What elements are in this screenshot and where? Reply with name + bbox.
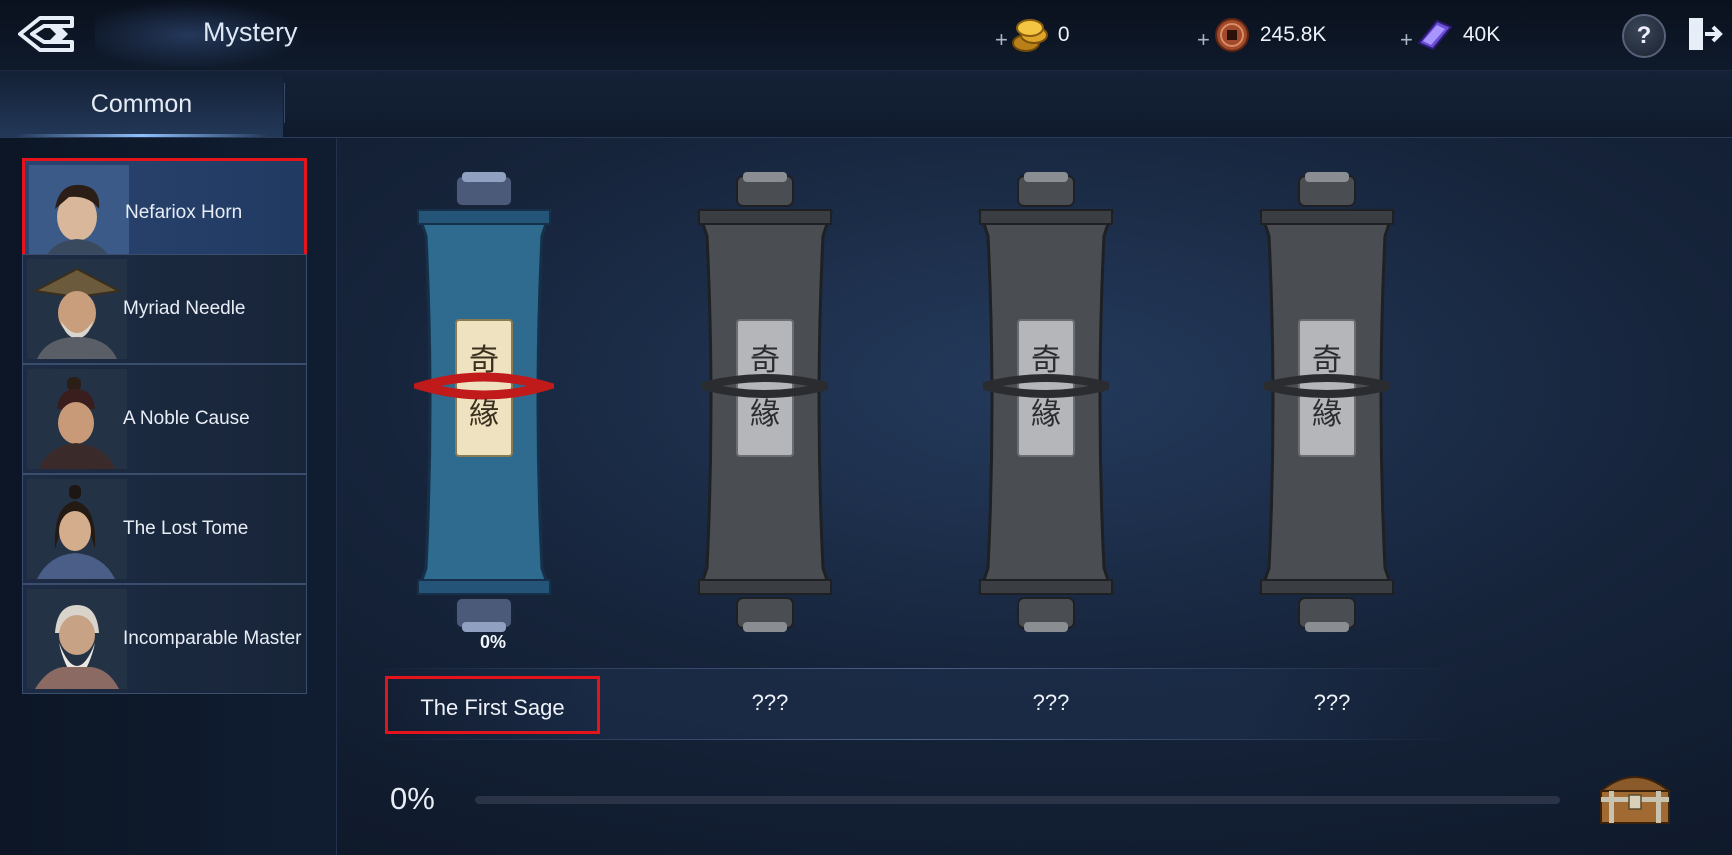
add-ingot-button[interactable]: +	[1400, 27, 1413, 53]
sidebar-item-incomparable-master[interactable]: Incomparable Master	[22, 584, 307, 694]
tab-divider	[284, 83, 285, 123]
top-bar: Mystery + 0 + 245.8K + 40K ?	[0, 0, 1732, 71]
svg-text:奇: 奇	[469, 343, 499, 378]
tab-bar: Common	[0, 71, 1732, 138]
page-title: Mystery	[203, 17, 298, 47]
scroll-name-locked[interactable]: ???	[665, 690, 875, 716]
sidebar-item-label: The Lost Tome	[123, 518, 249, 539]
svg-text:緣: 緣	[1312, 397, 1342, 432]
sidebar-item-label: Incomparable Master	[123, 628, 302, 649]
svg-text:緣: 緣	[1031, 397, 1061, 432]
tab-common[interactable]: Common	[0, 71, 283, 137]
svg-text:奇: 奇	[750, 343, 780, 378]
currency-gold[interactable]: + 0	[995, 18, 1070, 52]
currency-ingot[interactable]: + 40K	[1400, 18, 1500, 52]
help-button[interactable]: ?	[1622, 14, 1666, 58]
scroll-unlocked[interactable]: 奇 緣	[414, 172, 554, 632]
currency-copper[interactable]: + 245.8K	[1197, 18, 1326, 52]
sidebar-item-a-noble-cause[interactable]: A Noble Cause	[22, 364, 307, 474]
treasure-chest-icon[interactable]	[1595, 767, 1675, 827]
sidebar-item-label: A Noble Cause	[123, 408, 250, 429]
sidebar-item-the-lost-tome[interactable]: The Lost Tome	[22, 474, 307, 584]
scroll-name-locked[interactable]: ???	[946, 690, 1156, 716]
exit-icon[interactable]	[1685, 14, 1723, 54]
sidebar-item-label: Nefariox Horn	[125, 202, 243, 223]
scroll-locked[interactable]: 奇 緣	[976, 172, 1116, 632]
svg-text:奇: 奇	[1031, 343, 1061, 378]
sidebar-item-myriad-needle[interactable]: Myriad Needle	[22, 254, 307, 364]
portrait-hat-elder-icon	[27, 259, 127, 359]
copper-amount: 245.8K	[1259, 23, 1327, 46]
scroll-locked[interactable]: 奇 緣	[695, 172, 835, 632]
svg-text:奇: 奇	[1312, 343, 1342, 378]
copper-coin-icon	[1214, 18, 1249, 52]
svg-text:緣: 緣	[469, 397, 499, 432]
scroll-locked[interactable]: 奇 緣	[1257, 172, 1397, 632]
svg-text:緣: 緣	[750, 397, 780, 432]
purple-ingot-icon	[1417, 19, 1453, 51]
scroll-progress-label: 0%	[479, 632, 506, 652]
gold-coin-icon	[1011, 19, 1048, 52]
overall-progress-bar	[475, 796, 1560, 804]
portrait-boy-icon	[29, 165, 129, 265]
back-arrow-icon[interactable]	[14, 12, 84, 56]
sidebar: Nefariox Horn Myriad Needle A Noble Caus…	[0, 138, 337, 855]
ingot-amount: 40K	[1462, 23, 1501, 46]
portrait-warrior-icon	[27, 369, 127, 469]
add-copper-button[interactable]: +	[1197, 27, 1210, 53]
gold-amount: 0	[1057, 23, 1070, 46]
portrait-scholar-icon	[27, 479, 127, 579]
scroll-name-first-sage[interactable]: The First Sage	[385, 676, 600, 734]
scroll-name-locked[interactable]: ???	[1227, 690, 1437, 716]
overall-progress-label: 0%	[390, 781, 435, 816]
sidebar-item-nefariox-horn[interactable]: Nefariox Horn	[22, 158, 307, 268]
portrait-master-icon	[27, 589, 127, 689]
sidebar-item-label: Myriad Needle	[123, 298, 246, 319]
add-gold-button[interactable]: +	[995, 27, 1008, 53]
